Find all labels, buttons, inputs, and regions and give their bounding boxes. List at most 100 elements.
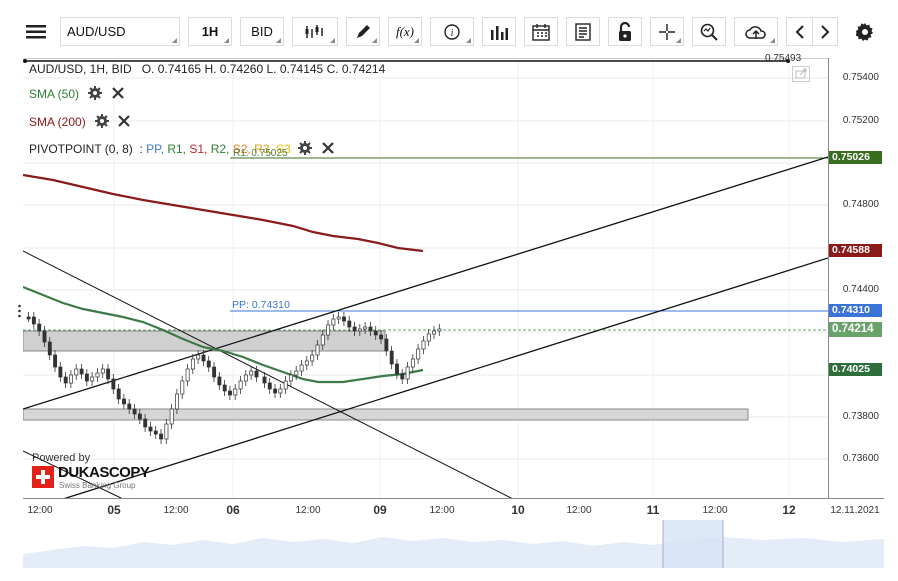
- candle: [238, 380, 243, 390]
- crosshair-icon: [659, 23, 675, 40]
- calendar-button[interactable]: [524, 17, 558, 46]
- sma-200-price-badge: 0.74588: [829, 244, 882, 257]
- candle: [273, 388, 278, 394]
- candle: [243, 374, 248, 382]
- candle: [368, 326, 373, 332]
- channel-upper-line[interactable]: [23, 156, 828, 410]
- pivot-pp: PP,: [146, 142, 164, 156]
- candle: [153, 430, 158, 435]
- expand-button[interactable]: [792, 66, 810, 82]
- close-value: C. 0.74214: [326, 62, 386, 76]
- x-tick-day: 11: [646, 503, 660, 517]
- info-button[interactable]: i: [430, 17, 474, 46]
- instrument-selector[interactable]: AUD/USD: [60, 17, 180, 46]
- support-zone-lower[interactable]: [23, 408, 749, 421]
- candle: [132, 408, 137, 415]
- document-icon: [575, 22, 591, 41]
- candle: [106, 368, 111, 380]
- sma-50-legend: SMA (50): [29, 86, 124, 101]
- current-price-badge: 0.74214: [829, 322, 882, 337]
- channel-lower-line[interactable]: [62, 257, 828, 499]
- candle: [143, 418, 148, 428]
- candle: [190, 358, 195, 370]
- gear-icon[interactable]: [88, 86, 103, 100]
- y-tick: 0.74800: [842, 199, 879, 210]
- sma-50-label: SMA (50): [29, 87, 80, 101]
- upload-button[interactable]: [734, 17, 778, 46]
- chart-navigator[interactable]: [23, 520, 884, 568]
- candle: [148, 426, 153, 432]
- period-selector[interactable]: 1H: [188, 17, 232, 46]
- x-tick-day: 06: [226, 503, 240, 517]
- x-tick: 12:00: [566, 505, 592, 516]
- price-chart: [23, 59, 828, 499]
- pencil-icon: [357, 24, 370, 38]
- scroll-right-button[interactable]: [812, 17, 838, 46]
- y-tick: 0.75400: [842, 72, 879, 83]
- candle: [180, 380, 185, 395]
- scroll-left-button[interactable]: [786, 17, 812, 46]
- pp-line-label: PP: 0.74310: [232, 299, 290, 311]
- candle: [400, 373, 405, 380]
- settings-button[interactable]: [848, 17, 882, 46]
- pivot-sep: :: [139, 142, 143, 156]
- panel-resize-handle[interactable]: [18, 304, 21, 318]
- top-line-value: 0.75493: [765, 53, 802, 64]
- volume-button[interactable]: [482, 17, 516, 46]
- price-axis[interactable]: 0.75400 0.75200 0.74800 0.74400 0.73800 …: [828, 58, 885, 498]
- symbol-line: AUD/USD, 1H, BID: [29, 62, 132, 76]
- chart-plot-area[interactable]: AUD/USD, 1H, BID O. 0.74165 H. 0.74260 L…: [23, 53, 828, 549]
- x-tick-day: 05: [107, 503, 121, 517]
- chart-type-button[interactable]: [292, 17, 338, 46]
- crosshair-button[interactable]: [650, 17, 684, 46]
- candle: [395, 363, 399, 375]
- candle: [31, 316, 36, 325]
- navigator-window[interactable]: [663, 520, 723, 568]
- candle: [278, 388, 283, 394]
- high-value: H. 0.74260: [204, 62, 264, 76]
- menu-button[interactable]: [18, 17, 54, 46]
- sma-200-line[interactable]: [23, 173, 424, 253]
- low-value: L. 0.74145: [266, 62, 324, 76]
- candle: [437, 328, 442, 332]
- candle: [336, 316, 341, 320]
- close-icon[interactable]: [118, 115, 131, 127]
- hamburger-icon: [26, 24, 46, 38]
- candle: [389, 350, 394, 365]
- lock-button[interactable]: [608, 17, 642, 46]
- candle: [347, 320, 352, 328]
- x-tick-day: 10: [511, 503, 525, 517]
- function-button[interactable]: f(x): [388, 17, 422, 46]
- gear-icon[interactable]: [298, 141, 313, 155]
- candle: [233, 388, 238, 396]
- side-selector[interactable]: BID: [240, 17, 284, 46]
- candle: [169, 408, 174, 425]
- candle: [53, 354, 58, 368]
- close-icon[interactable]: [321, 142, 334, 154]
- candle: [63, 376, 68, 384]
- candle: [37, 323, 42, 332]
- time-axis[interactable]: 12:00 05 12:00 06 12:00 09 12:00 10 12:0…: [23, 498, 884, 521]
- instrument-label: AUD/USD: [67, 24, 126, 39]
- candle: [222, 384, 227, 392]
- candle: [315, 344, 320, 356]
- candle: [217, 376, 222, 386]
- r1-price-badge: 0.75026: [829, 151, 882, 164]
- candle: [90, 376, 95, 382]
- cloud-upload-icon: [745, 25, 766, 39]
- report-button[interactable]: [566, 17, 600, 46]
- candle: [212, 366, 217, 378]
- draw-button[interactable]: [346, 17, 380, 46]
- period-label: 1H: [201, 24, 219, 39]
- y-tick: 0.75200: [842, 115, 879, 126]
- y-tick: 0.74400: [842, 284, 879, 295]
- candle: [74, 368, 79, 376]
- zoom-button[interactable]: [692, 17, 726, 46]
- powered-by-label: Powered by: [32, 452, 91, 464]
- candle: [95, 372, 100, 378]
- candle: [410, 358, 415, 368]
- candle: [116, 388, 121, 400]
- gear-icon[interactable]: [95, 114, 110, 128]
- close-icon[interactable]: [111, 87, 124, 99]
- candle: [320, 334, 325, 346]
